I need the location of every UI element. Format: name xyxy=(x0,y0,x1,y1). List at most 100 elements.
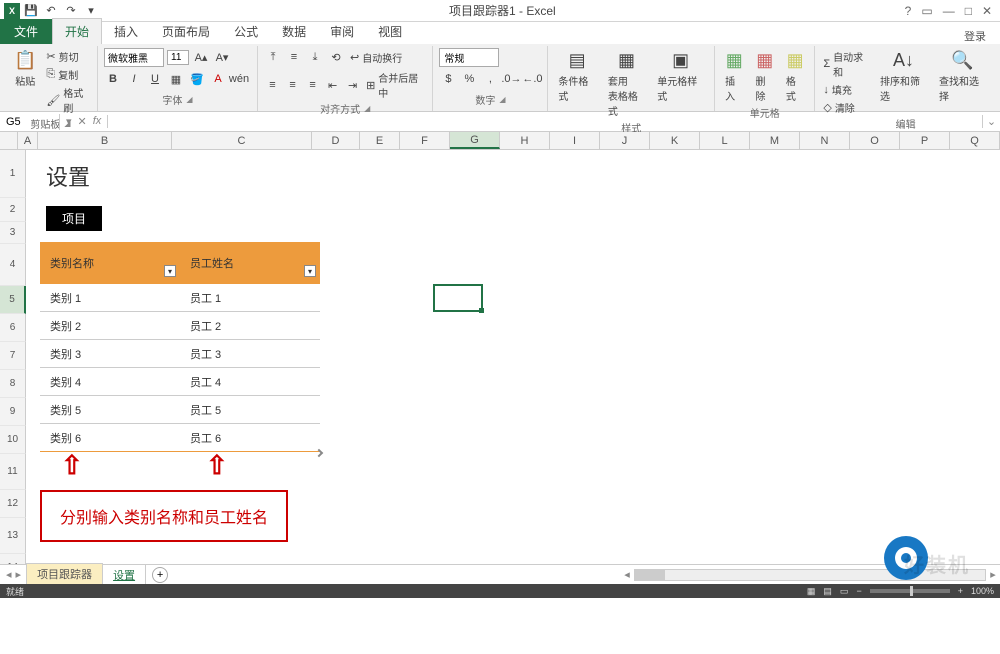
font-color-button[interactable]: A xyxy=(209,70,227,88)
insert-cells-button[interactable]: ▦插入 xyxy=(721,48,747,105)
font-launcher-icon[interactable]: ◢ xyxy=(186,95,192,104)
zoom-level[interactable]: 100% xyxy=(971,586,994,596)
formula-expand-icon[interactable]: ⌄ xyxy=(982,115,1000,128)
fx-enter-icon[interactable]: ✕ xyxy=(78,115,87,128)
view-layout-icon[interactable]: ▤ xyxy=(823,586,832,597)
copy-button[interactable]: ⎘复制 xyxy=(44,66,91,83)
cell-employee[interactable]: 员工 3 xyxy=(180,340,320,367)
format-painter-button[interactable]: 🖌格式刷 xyxy=(44,84,91,116)
number-format-select[interactable]: 常规 xyxy=(439,48,499,67)
zoom-slider[interactable] xyxy=(870,589,950,593)
border-button[interactable]: ▦ xyxy=(167,70,185,88)
scroll-left-icon[interactable]: ◂ xyxy=(620,568,634,581)
table-row[interactable]: 类别 4员工 4 xyxy=(40,368,320,396)
col-header-D[interactable]: D xyxy=(312,132,360,149)
scroll-right-icon[interactable]: ▸ xyxy=(986,568,1000,581)
cell-category[interactable]: 类别 1 xyxy=(40,284,180,311)
tab-data[interactable]: 数据 xyxy=(270,19,318,44)
table-resize-handle[interactable] xyxy=(315,449,323,457)
redo-icon[interactable]: ↷ xyxy=(62,2,80,20)
col-header-I[interactable]: I xyxy=(550,132,600,149)
selected-cell[interactable] xyxy=(433,284,483,312)
row-header-6[interactable]: 6 xyxy=(0,314,26,342)
row-header-9[interactable]: 9 xyxy=(0,398,26,426)
percent-icon[interactable]: % xyxy=(460,70,478,88)
italic-button[interactable]: I xyxy=(125,70,143,88)
qat-more-icon[interactable]: ▾ xyxy=(82,2,100,20)
view-normal-icon[interactable]: ▦ xyxy=(807,586,816,597)
tab-nav-next-icon[interactable]: ▸ xyxy=(16,568,22,581)
underline-button[interactable]: U xyxy=(146,70,164,88)
ribbon-options-icon[interactable]: ▭ xyxy=(921,4,932,18)
row-header-7[interactable]: 7 xyxy=(0,342,26,370)
col-header-J[interactable]: J xyxy=(600,132,650,149)
align-bottom-icon[interactable]: ⤓ xyxy=(306,48,324,66)
sheet-tab-tracker[interactable]: 项目跟踪器 xyxy=(26,563,103,586)
col-header-A[interactable]: A xyxy=(18,132,38,149)
tab-file[interactable]: 文件 xyxy=(0,19,52,44)
cell-category[interactable]: 类别 6 xyxy=(40,424,180,451)
decrease-decimal-icon[interactable]: ←.0 xyxy=(523,70,541,88)
row-header-5[interactable]: 5 xyxy=(0,286,26,314)
select-all-corner[interactable] xyxy=(0,132,18,149)
col-header-M[interactable]: M xyxy=(750,132,800,149)
formula-input[interactable] xyxy=(108,120,982,124)
row-header-2[interactable]: 2 xyxy=(0,198,26,222)
comma-icon[interactable]: , xyxy=(481,70,499,88)
format-cells-button[interactable]: ▦格式 xyxy=(782,48,808,105)
close-icon[interactable]: ✕ xyxy=(982,4,992,18)
zoom-out-icon[interactable]: − xyxy=(856,586,861,596)
orientation-icon[interactable]: ⟲ xyxy=(327,48,345,66)
cell-employee[interactable]: 员工 5 xyxy=(180,396,320,423)
cond-format-button[interactable]: ▤条件格式 xyxy=(554,48,599,105)
tab-insert[interactable]: 插入 xyxy=(102,19,150,44)
row-header-13[interactable]: 13 xyxy=(0,518,26,554)
col-header-G[interactable]: G xyxy=(450,132,500,149)
col-header-N[interactable]: N xyxy=(800,132,850,149)
col-header-F[interactable]: F xyxy=(400,132,450,149)
tab-formulas[interactable]: 公式 xyxy=(222,19,270,44)
increase-decimal-icon[interactable]: .0→ xyxy=(502,70,520,88)
number-launcher-icon[interactable]: ◢ xyxy=(499,95,505,104)
fill-button[interactable]: ↓填充 xyxy=(821,81,872,98)
col-header-P[interactable]: P xyxy=(900,132,950,149)
bold-button[interactable]: B xyxy=(104,70,122,88)
font-size-select[interactable]: 11 xyxy=(167,50,189,65)
cell-category[interactable]: 类别 4 xyxy=(40,368,180,395)
cell-employee[interactable]: 员工 6 xyxy=(180,424,320,451)
cell-category[interactable]: 类别 2 xyxy=(40,312,180,339)
save-icon[interactable]: 💾 xyxy=(22,2,40,20)
table-row[interactable]: 类别 3员工 3 xyxy=(40,340,320,368)
cell-category[interactable]: 类别 3 xyxy=(40,340,180,367)
tab-view[interactable]: 视图 xyxy=(366,19,414,44)
filter-category-icon[interactable]: ▾ xyxy=(164,265,176,277)
cell-category[interactable]: 类别 5 xyxy=(40,396,180,423)
row-header-3[interactable]: 3 xyxy=(0,222,26,244)
login-link[interactable]: 登录 xyxy=(964,31,986,43)
table-row[interactable]: 类别 1员工 1 xyxy=(40,284,320,312)
indent-right-icon[interactable]: ⇥ xyxy=(344,76,361,94)
delete-cells-button[interactable]: ▦删除 xyxy=(752,48,778,105)
undo-icon[interactable]: ↶ xyxy=(42,2,60,20)
table-row[interactable]: 类别 2员工 2 xyxy=(40,312,320,340)
align-left-icon[interactable]: ≡ xyxy=(264,76,281,94)
currency-icon[interactable]: $ xyxy=(439,70,457,88)
row-header-10[interactable]: 10 xyxy=(0,426,26,454)
tab-layout[interactable]: 页面布局 xyxy=(150,19,222,44)
col-header-O[interactable]: O xyxy=(850,132,900,149)
align-right-icon[interactable]: ≡ xyxy=(304,76,321,94)
cell-employee[interactable]: 员工 1 xyxy=(180,284,320,311)
help-icon[interactable]: ? xyxy=(905,4,912,18)
find-select-button[interactable]: 🔍查找和选择 xyxy=(935,48,990,105)
filter-employee-icon[interactable]: ▾ xyxy=(304,265,316,277)
tab-review[interactable]: 审阅 xyxy=(318,19,366,44)
table-row[interactable]: 类别 5员工 5 xyxy=(40,396,320,424)
view-break-icon[interactable]: ▭ xyxy=(840,586,849,597)
clear-button[interactable]: ◇清除 xyxy=(821,99,872,116)
table-row[interactable]: 类别 6员工 6 xyxy=(40,424,320,452)
paste-button[interactable]: 📋粘贴 xyxy=(10,48,40,90)
indent-left-icon[interactable]: ⇤ xyxy=(324,76,341,94)
col-header-H[interactable]: H xyxy=(500,132,550,149)
increase-font-icon[interactable]: A▴ xyxy=(192,49,210,67)
col-header-K[interactable]: K xyxy=(650,132,700,149)
